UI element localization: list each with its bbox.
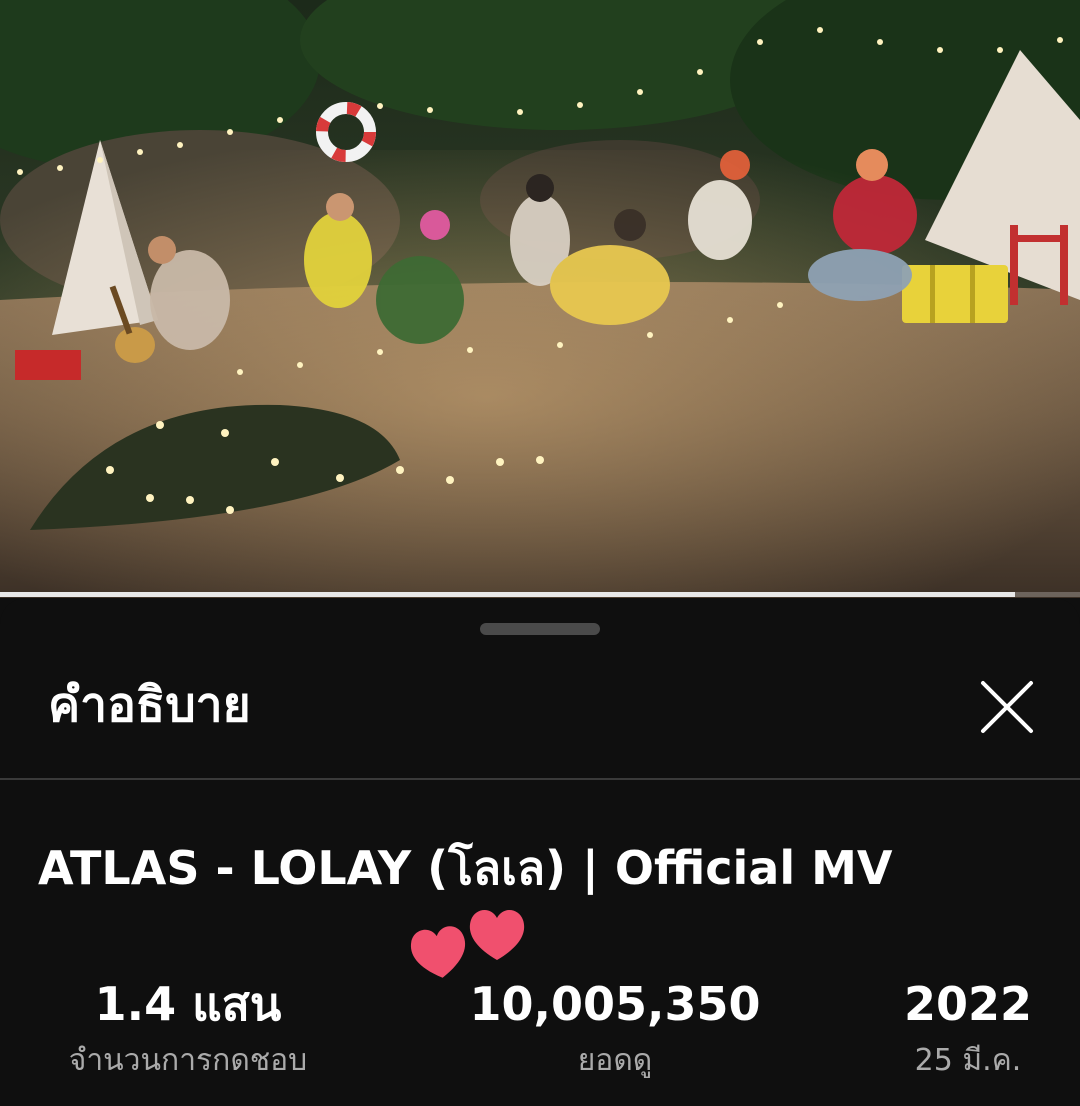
- upload-date: 25 มี.ค.: [914, 1043, 1022, 1078]
- upload-year: 2022: [903, 977, 1033, 1031]
- likes-stat: 1.4 แสน จำนวนการกดชอบ: [38, 976, 338, 1082]
- video-progress-fill: [0, 592, 1016, 597]
- date-stat: 2022 25 มี.ค.: [878, 976, 1058, 1082]
- likes-count: 1.4 แสน: [94, 977, 282, 1031]
- video-thumbnail: [0, 0, 1080, 598]
- video-progress-bar[interactable]: [0, 592, 1080, 597]
- hearts-icon: [410, 909, 525, 978]
- views-stat: 10,005,350 ยอดดู: [455, 976, 775, 1082]
- divider: [0, 778, 1080, 780]
- close-button[interactable]: [972, 672, 1042, 742]
- likes-label: จำนวนการกดชอบ: [68, 1043, 308, 1078]
- views-count: 10,005,350: [469, 977, 761, 1031]
- close-icon: [981, 681, 1033, 733]
- sheet-title: คำอธิบาย: [48, 677, 251, 733]
- drag-handle[interactable]: [480, 623, 600, 635]
- description-sheet: คำอธิบาย ATLAS - LOLAY (โลเล) | Official…: [0, 598, 1080, 1106]
- video-player[interactable]: [0, 0, 1080, 598]
- views-label: ยอดดู: [577, 1043, 653, 1078]
- video-title: ATLAS - LOLAY (โลเล) | Official MV: [38, 841, 893, 895]
